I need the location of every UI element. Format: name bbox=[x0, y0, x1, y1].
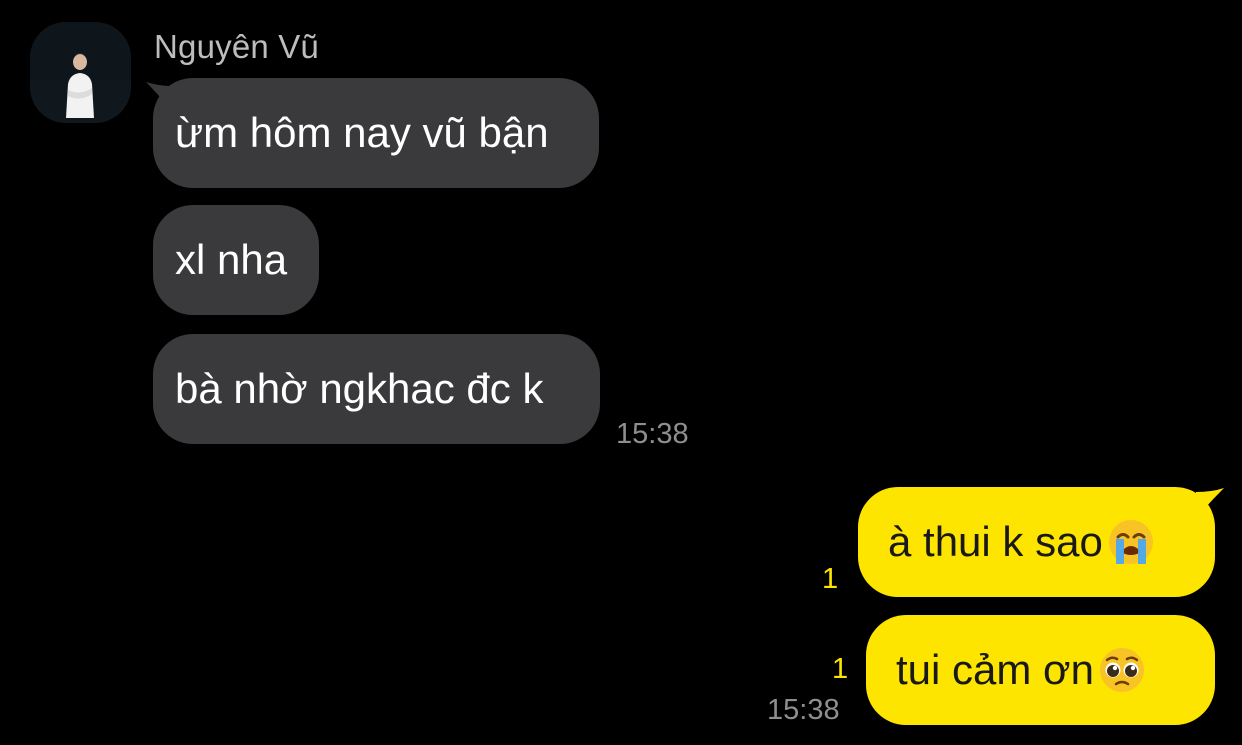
outgoing-timestamp: 15:38 bbox=[767, 694, 840, 726]
incoming-message-bubble[interactable]: bà nhờ ngkhac đc k bbox=[153, 334, 600, 444]
message-text: tui cảm ơn bbox=[896, 646, 1094, 693]
message-text: xl nha bbox=[175, 236, 288, 283]
incoming-message-bubble[interactable]: xl nha bbox=[153, 205, 319, 315]
incoming-timestamp: 15:38 bbox=[616, 418, 689, 450]
unread-count: 1 bbox=[822, 563, 839, 595]
outgoing-message-bubble[interactable]: tui cảm ơn bbox=[866, 615, 1215, 725]
person-photo-icon bbox=[30, 22, 131, 123]
loudly-crying-face-icon bbox=[1107, 518, 1155, 566]
avatar[interactable] bbox=[30, 22, 131, 123]
message-text: bà nhờ ngkhac đc k bbox=[175, 365, 544, 412]
incoming-message-bubble[interactable]: ừm hôm nay vũ bận bbox=[153, 78, 599, 188]
sender-name: Nguyên Vũ bbox=[154, 28, 320, 65]
outgoing-message-bubble[interactable]: à thui k sao bbox=[858, 487, 1215, 597]
message-text: à thui k sao bbox=[888, 518, 1103, 565]
unread-count: 1 bbox=[832, 653, 849, 685]
message-text: ừm hôm nay vũ bận bbox=[175, 109, 549, 156]
pleading-face-icon bbox=[1098, 646, 1146, 694]
